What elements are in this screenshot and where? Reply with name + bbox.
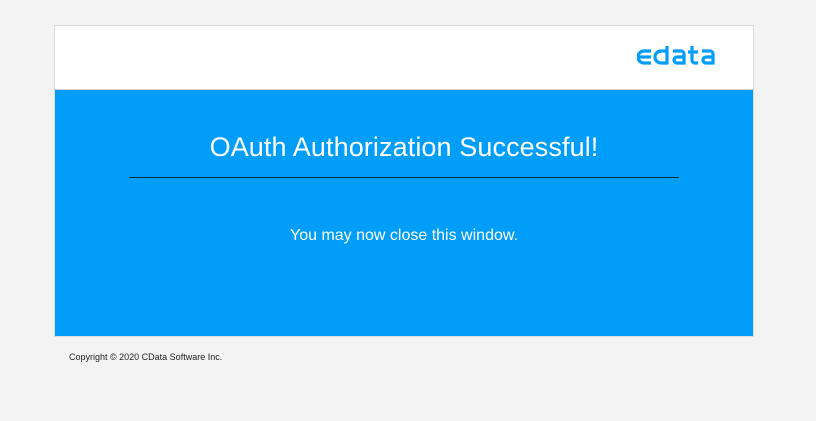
title-divider <box>129 177 679 178</box>
cdata-logo <box>637 46 715 65</box>
auth-card: OAuth Authorization Successful! You may … <box>54 25 754 337</box>
page-title: OAuth Authorization Successful! <box>209 132 599 162</box>
copyright-text: Copyright © 2020 CData Software Inc. <box>69 352 223 362</box>
success-panel: OAuth Authorization Successful! You may … <box>55 90 753 336</box>
status-message: You may now close this window. <box>290 227 518 244</box>
card-header <box>55 26 753 90</box>
